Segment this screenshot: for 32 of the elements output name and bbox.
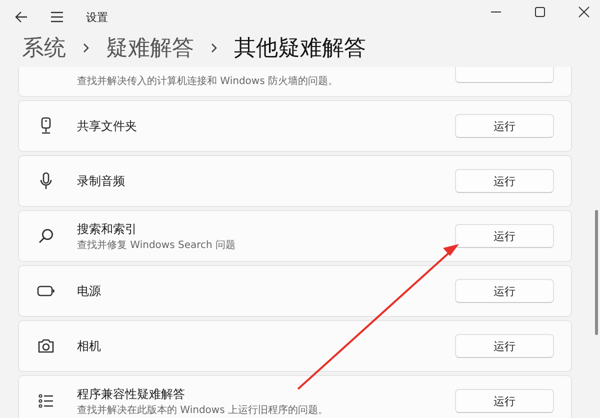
page-title: 其他疑难解答	[234, 34, 366, 62]
chevron-icon	[210, 42, 218, 54]
troubleshooter-description: 查找并修复 Windows Search 问题	[77, 238, 237, 252]
microphone-icon	[39, 172, 53, 190]
troubleshooter-title: 程序兼容性疑难解答	[77, 386, 186, 402]
search-icon	[38, 228, 54, 244]
run-button[interactable]: 运行	[455, 169, 554, 193]
maximize-icon[interactable]	[534, 6, 546, 18]
scrollbar[interactable]	[595, 210, 598, 335]
list-icon	[38, 393, 54, 409]
camera-icon	[37, 338, 55, 354]
troubleshooter-description: 查找并解决传入的计算机连接和 Windows 防火墙的问题。	[77, 74, 339, 88]
troubleshooter-title: 相机	[77, 338, 102, 354]
window-title: 设置	[86, 10, 108, 24]
run-button[interactable]: 运行	[455, 224, 554, 248]
troubleshooter-description: 查找并解决在此版本的 Windows 上运行旧程序的问题。	[77, 404, 329, 416]
troubleshooter-title: 电源	[77, 282, 102, 300]
run-button[interactable]: 运行	[455, 279, 554, 303]
breadcrumb-link[interactable]: 系统	[22, 32, 66, 62]
chevron-icon	[82, 42, 90, 54]
battery-icon	[37, 285, 55, 297]
menu-icon[interactable]	[50, 11, 64, 23]
troubleshooter-title: 搜索和索引	[77, 220, 138, 238]
run-button[interactable]: 运行	[455, 389, 554, 413]
troubleshooter-title: 录制音频	[77, 172, 126, 190]
troubleshooter-title: 共享文件夹	[77, 118, 138, 134]
close-icon[interactable]	[578, 6, 590, 18]
run-button[interactable]: 运行	[455, 334, 554, 358]
breadcrumb-link[interactable]: 疑难解答	[106, 32, 194, 62]
drive-icon	[40, 117, 52, 135]
run-button[interactable]: 运行	[455, 114, 554, 138]
back-icon[interactable]	[14, 10, 28, 24]
